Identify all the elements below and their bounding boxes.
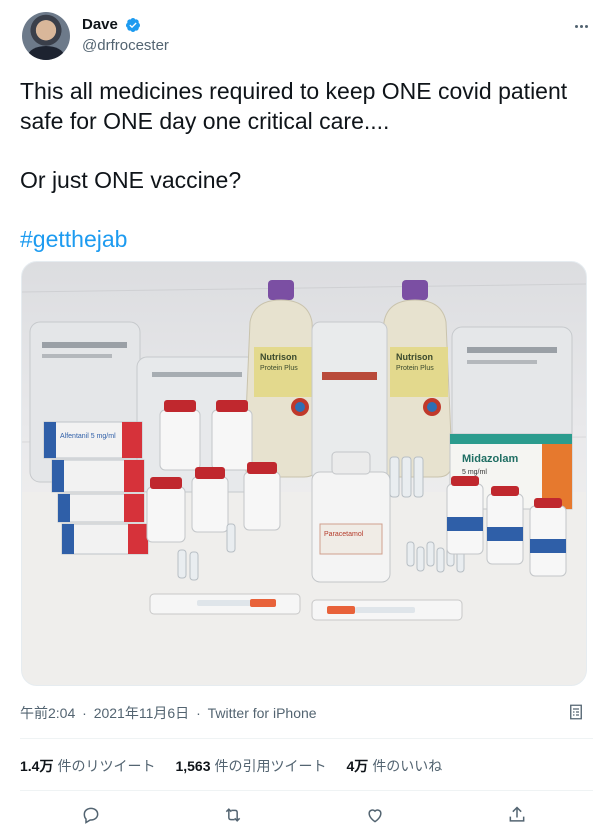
tweet-line: safe for ONE day one critical care.... [20,108,390,134]
author-display-name[interactable]: Dave [82,16,118,33]
retweets-stat[interactable]: 1.4万 件のリツイート [20,756,155,776]
meta-separator: · [196,705,201,721]
tweet-stats: 1.4万 件のリツイート 1,563 件の引用ツイート 4万 件のいいね [20,756,442,776]
divider [20,790,593,791]
tweet-header: Dave @drfrocester [20,10,593,62]
nutrison-sub-1: Protein Plus [260,365,298,372]
reply-icon[interactable] [76,800,106,830]
paracetamol-label: Paracetamol [324,531,364,538]
tweet-source[interactable]: Twitter for iPhone [208,705,317,721]
retweets-label: 件のリツイート [57,758,156,774]
meta-separator: · [82,705,87,721]
tweet-line: Or just ONE vaccine? [20,167,242,193]
retweets-count: 1.4万 [20,758,54,774]
quotes-label: 件の引用ツイート [214,758,327,774]
tweet-time[interactable]: 午前2:04 [20,705,75,721]
quotes-count: 1,563 [175,758,211,774]
author-names[interactable]: Dave @drfrocester [82,16,169,54]
author-handle[interactable]: @drfrocester [82,37,169,54]
verified-badge-icon [126,17,141,32]
share-icon[interactable] [502,800,532,830]
tweet-text: This all medicines required to keep ONE … [20,76,580,254]
divider [20,738,593,739]
midazolam-label: Midazolam [462,453,518,465]
hashtag-link[interactable]: #getthejab [20,224,580,254]
midazolam-sub: 5 mg/ml [462,469,487,476]
more-options-icon[interactable] [569,14,593,38]
likes-label: 件のいいね [372,758,443,774]
likes-count: 4万 [346,758,369,774]
likes-stat[interactable]: 4万 件のいいね [347,756,443,776]
tweet-line: This all medicines required to keep ONE … [20,78,568,104]
tweet-date[interactable]: 2021年11月6日 [94,705,189,721]
quotes-stat[interactable]: 1,563 件の引用ツイート [175,756,326,776]
alfentanil-label: Alfentanil 5 mg/ml [60,433,116,440]
retweet-icon[interactable] [218,800,248,830]
like-icon[interactable] [360,800,390,830]
tweet-photo[interactable]: Nutrison Protein Plus Nutrison Protein P… [21,261,587,686]
avatar[interactable] [22,12,70,60]
nutrison-label-1: Nutrison [260,352,297,362]
analytics-icon[interactable] [567,703,585,721]
nutrison-sub-2: Protein Plus [396,365,434,372]
tweet-meta: 午前2:04 · 2021年11月6日 · Twitter for iPhone [20,703,317,723]
nutrison-label-2: Nutrison [396,352,433,362]
tweet-actions [20,800,593,830]
medicines-photo: Nutrison Protein Plus Nutrison Protein P… [22,280,586,685]
